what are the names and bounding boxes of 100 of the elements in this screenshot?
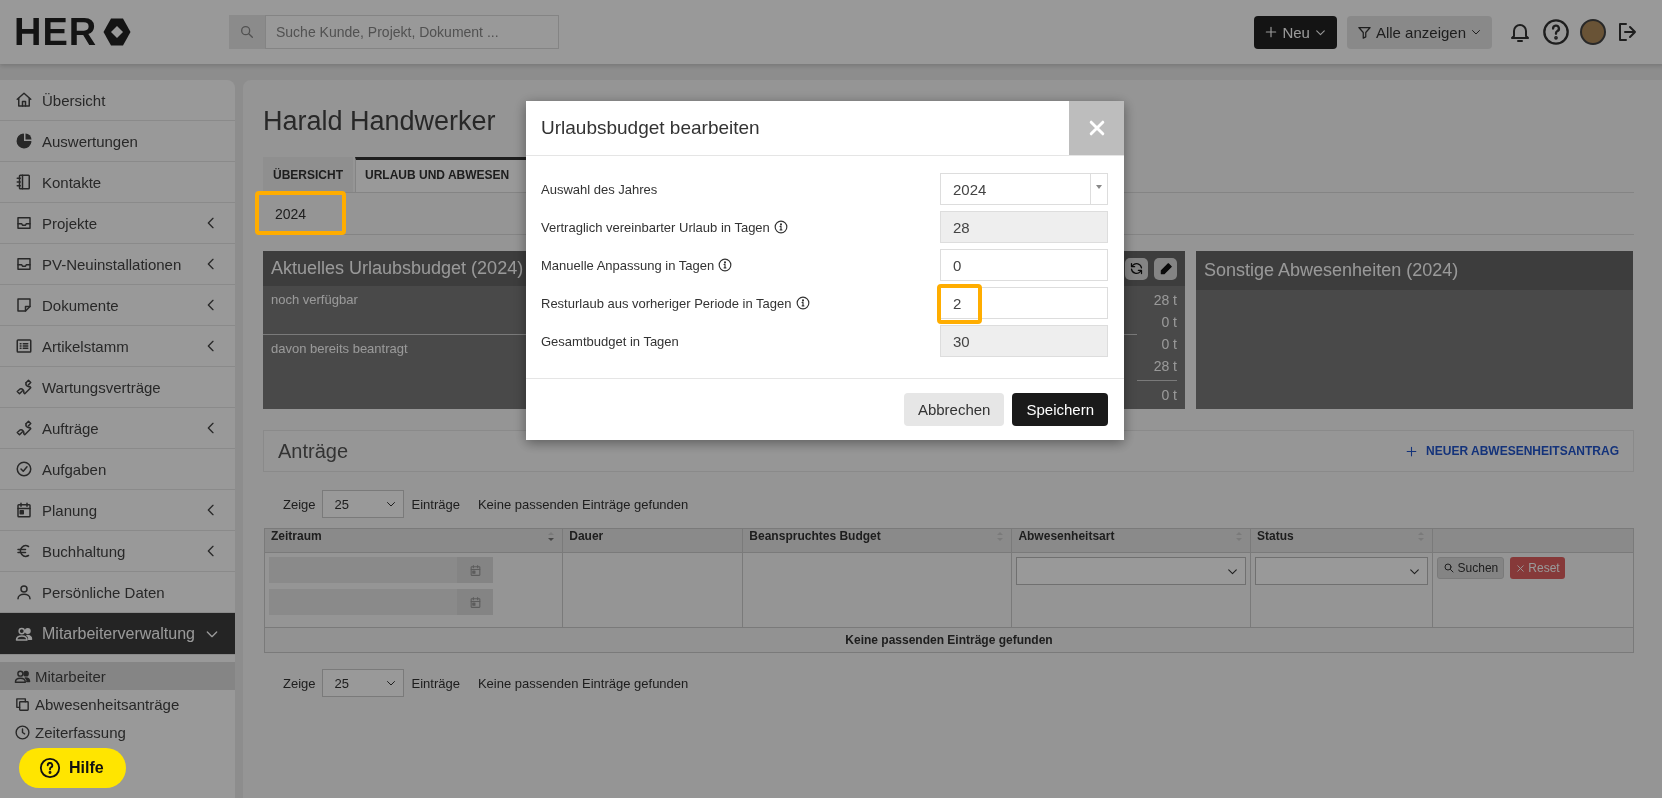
pager-info: Keine passenden Einträge gefunden xyxy=(477,496,689,512)
entries-label: Einträge xyxy=(411,675,460,691)
field-label: Resturlaub aus vorheriger Periode in Tagen xyxy=(541,295,792,311)
sidebar-item[interactable]: PV-Neuinstallationen xyxy=(0,244,235,285)
note-icon xyxy=(15,296,33,314)
new-request-link[interactable]: NEUER ABWESENHEITSANTRAG xyxy=(1405,444,1619,458)
info-icon xyxy=(773,220,788,234)
filter-icon xyxy=(1356,24,1372,40)
calendar-icon xyxy=(15,501,33,519)
entries-label: Einträge xyxy=(411,496,460,512)
pager-info: Keine passenden Einträge gefunden xyxy=(477,675,689,691)
plus-icon xyxy=(1264,25,1279,39)
sidebar-item[interactable]: Projekte xyxy=(0,203,235,244)
plus-icon xyxy=(1405,444,1419,458)
calendar-icon xyxy=(468,595,482,609)
date-field[interactable] xyxy=(269,589,493,615)
readonly-field: 30 xyxy=(940,325,1108,357)
sidebar-item[interactable]: Aufgaben xyxy=(0,449,235,490)
page-size-select[interactable]: 25 xyxy=(321,490,404,518)
budget-label: davon bereits beantragt xyxy=(271,341,408,356)
help-button[interactable]: Hilfe xyxy=(19,748,126,788)
home-icon xyxy=(15,91,33,109)
page-size-select[interactable]: 25 xyxy=(321,669,404,697)
field-label: Manuelle Anpassung in Tagen xyxy=(541,257,715,273)
empty-message: Keine passenden Einträge gefunden xyxy=(264,627,1634,653)
check-circle-icon xyxy=(15,460,33,478)
year-select[interactable]: 2024 xyxy=(263,193,357,234)
budget-value: 28 t xyxy=(1153,358,1177,376)
save-button[interactable]: Speichern xyxy=(1012,393,1108,426)
column-header: Zeitraum xyxy=(271,529,322,543)
notebook-icon xyxy=(15,173,33,191)
help-icon[interactable] xyxy=(1542,18,1570,46)
dropdown-field[interactable] xyxy=(1016,557,1247,585)
info-icon xyxy=(795,296,810,310)
modal-title: Urlaubsbudget bearbeiten xyxy=(540,117,761,139)
edit-button[interactable] xyxy=(1154,257,1177,280)
copy-icon xyxy=(14,695,31,713)
filter-button[interactable]: Alle anzeigen xyxy=(1346,15,1492,49)
tab[interactable]: ÜBERSICHT xyxy=(263,157,353,192)
show-label: Zeige xyxy=(283,496,316,512)
search-field[interactable]: Suche Kunde, Projekt, Dokument ... xyxy=(265,15,559,49)
budget-value: 28 t xyxy=(1153,292,1177,310)
tray-icon xyxy=(15,255,33,273)
sidebar-item[interactable]: Dokumente xyxy=(0,285,235,326)
budget-label: noch verfügbar xyxy=(271,292,358,307)
sidebar-subitem[interactable]: Zeiterfassung xyxy=(0,718,235,746)
search-icon xyxy=(1442,562,1455,574)
sidebar-item[interactable]: Mitarbeiterverwaltung xyxy=(0,613,235,655)
dropdown-field[interactable] xyxy=(1255,557,1428,585)
year-select[interactable]: 2024 xyxy=(940,173,1108,205)
wrench-icon xyxy=(15,419,33,437)
sidebar-item[interactable]: Aufträge xyxy=(0,408,235,449)
sidebar-item[interactable]: Wartungsverträge xyxy=(0,367,235,408)
page-title: Harald Handwerker xyxy=(263,106,496,137)
search-button[interactable]: Suchen xyxy=(1436,557,1505,579)
calendar-icon xyxy=(468,563,482,577)
list-icon xyxy=(15,337,33,355)
search-icon xyxy=(239,24,255,40)
close-icon xyxy=(1515,562,1527,574)
sidebar-subitem[interactable]: Mitarbeiter xyxy=(0,662,235,690)
sidebar-item[interactable]: Buchhaltung xyxy=(0,531,235,572)
pie-chart-icon xyxy=(15,132,33,150)
panel-title: Aktuelles Urlaubsbudget (2024) xyxy=(271,258,524,279)
logo-text: HER xyxy=(14,10,98,54)
refresh-button[interactable] xyxy=(1125,257,1148,280)
sidebar-subitem[interactable]: Abwesenheitsanträge xyxy=(0,690,235,718)
people-icon xyxy=(14,667,31,685)
budget-value: 0 t xyxy=(1161,336,1177,354)
column-header: Status xyxy=(1257,529,1294,543)
help-icon xyxy=(39,757,61,779)
budget-value: 0 t xyxy=(1161,314,1177,332)
field-label: Gesamtbudget in Tagen xyxy=(541,333,679,349)
show-label: Zeige xyxy=(283,675,316,691)
section-title: Anträge xyxy=(278,439,350,463)
wrench-icon xyxy=(15,378,33,396)
column-header: Dauer xyxy=(569,529,604,543)
info-icon xyxy=(718,258,733,272)
input-field[interactable]: 0 xyxy=(940,249,1108,281)
refresh-icon xyxy=(1129,261,1144,276)
avatar[interactable] xyxy=(1580,19,1606,45)
pencil-icon xyxy=(1158,261,1173,276)
reset-button[interactable]: Reset xyxy=(1510,557,1565,579)
tray-icon xyxy=(15,214,33,232)
budget-value: 0 t xyxy=(1161,387,1177,405)
column-header: Abwesenheitsart xyxy=(1018,529,1115,543)
column-header: Beanspruchtes Budget xyxy=(749,529,881,543)
sidebar-item[interactable]: Planung xyxy=(0,490,235,531)
new-button[interactable]: Neu xyxy=(1254,15,1337,49)
sidebar-item[interactable]: Auswertungen xyxy=(0,121,235,162)
person-icon xyxy=(15,583,33,601)
caret-down-icon xyxy=(1095,184,1103,190)
cancel-button[interactable]: Abbrechen xyxy=(903,393,1005,426)
readonly-field: 28 xyxy=(940,211,1108,243)
clock-icon xyxy=(14,723,31,741)
field-label: Vertraglich vereinbarter Urlaub in Tagen xyxy=(541,219,770,235)
date-field[interactable] xyxy=(269,557,493,583)
panel-title: Sonstige Abwesenheiten (2024) xyxy=(1204,260,1459,281)
sidebar-item[interactable]: Kontakte xyxy=(0,162,235,203)
sidebar-item[interactable]: Übersicht xyxy=(0,80,235,121)
sidebar-item[interactable]: Artikelstamm xyxy=(0,326,235,367)
